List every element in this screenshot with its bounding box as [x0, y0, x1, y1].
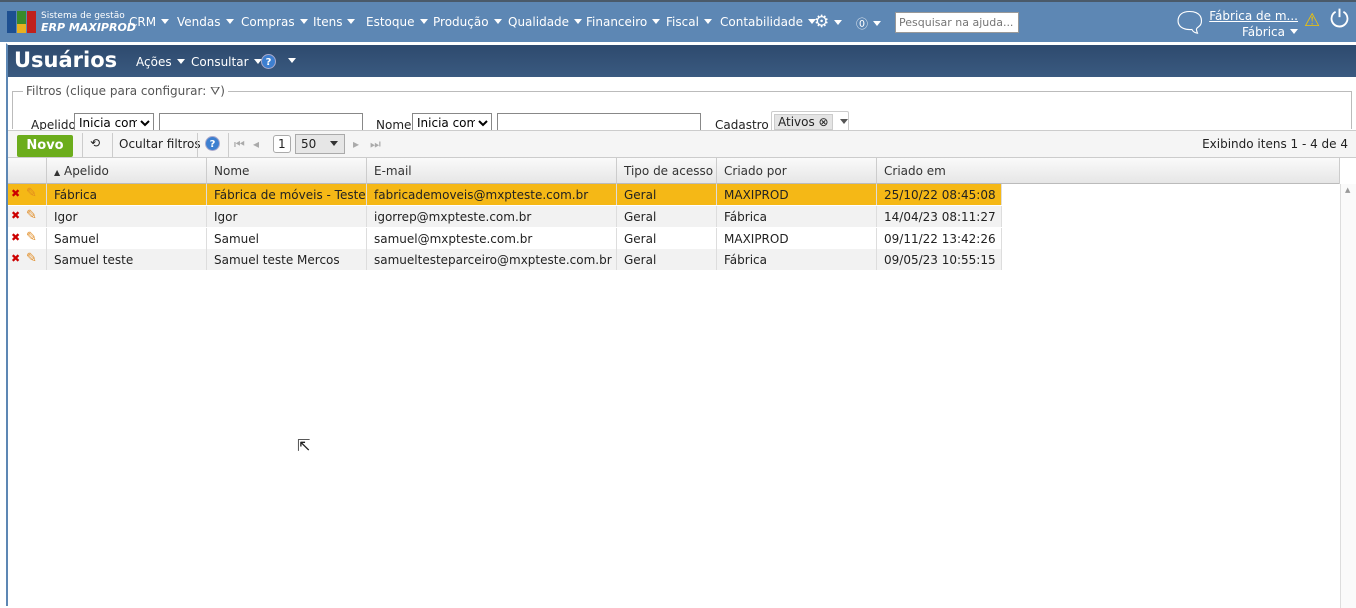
help-icon[interactable]: ?: [205, 136, 220, 151]
company-selector[interactable]: Fábrica de m... Fábrica: [1209, 8, 1298, 40]
mouse-cursor: ⇱: [297, 436, 311, 455]
gear-icon[interactable]: ⚙: [814, 12, 843, 32]
cell: Igor: [207, 206, 367, 227]
vertical-scrollbar[interactable]: ▲: [1340, 184, 1356, 608]
nav-menu-1[interactable]: Vendas: [177, 15, 234, 29]
help-search-input[interactable]: [895, 12, 1019, 33]
help-icon: ?: [261, 54, 276, 69]
logo-icon: [7, 11, 37, 33]
page-size-select[interactable]: 50: [295, 134, 345, 154]
cell: MAXIPROD: [717, 228, 877, 249]
column-header-1[interactable]: Nome: [207, 158, 367, 184]
actions-menu[interactable]: Ações: [136, 55, 185, 69]
filters-legend[interactable]: Filtros (clique para configurar: ⛛): [23, 84, 228, 99]
nav-menu-8[interactable]: Fiscal: [666, 15, 712, 29]
column-header-0[interactable]: ▲ Apelido: [47, 158, 207, 184]
help-menu[interactable]: ?: [261, 54, 296, 69]
first-page-icon[interactable]: ⏮: [234, 137, 245, 152]
chat-icon[interactable]: 🗨: [1172, 6, 1208, 39]
page-number[interactable]: 1: [273, 135, 291, 153]
cell: samuel@mxpteste.com.br: [367, 228, 617, 249]
cell: Samuel teste: [47, 249, 207, 270]
nav-menu-9[interactable]: Contabilidade: [720, 15, 816, 29]
power-icon[interactable]: ⏻: [1330, 5, 1349, 33]
nav-menu-7[interactable]: Financeiro: [586, 15, 661, 29]
cell: Fábrica: [47, 184, 207, 205]
cell: Samuel: [207, 228, 367, 249]
cell: Fábrica de móveis - Teste...: [207, 184, 367, 205]
cell: Geral: [617, 184, 717, 205]
table-row[interactable]: ✖ ✎ Fábrica Fábrica de móveis - Teste... fab…: [8, 184, 1002, 205]
table-row[interactable]: ✖ ✎ Samuel teste Samuel teste Mercos samuelt…: [8, 249, 1002, 270]
table-row[interactable]: ✖ ✎ Igor Igor igorrep@mxpteste.com.br Geral Fá…: [8, 206, 1002, 227]
nav-menu-0[interactable]: CRM: [129, 15, 170, 29]
nav-menu-6[interactable]: Qualidade: [508, 15, 583, 29]
cell: Igor: [47, 206, 207, 227]
hide-filters-button[interactable]: Ocultar filtros: [119, 137, 201, 151]
cell: Samuel teste Mercos: [207, 249, 367, 270]
cell: fabricademoveis@mxpteste.com.br: [367, 184, 617, 205]
cell: Geral: [617, 228, 717, 249]
new-button[interactable]: Novo: [17, 135, 73, 157]
cell: Fábrica: [717, 206, 877, 227]
refresh-icon[interactable]: ⟲: [90, 136, 100, 150]
column-header-2[interactable]: E-mail: [367, 158, 617, 184]
last-page-icon[interactable]: ⏭: [370, 137, 381, 152]
column-header-3[interactable]: Tipo de acesso: [617, 158, 717, 184]
top-navigation: Sistema de gestão ERP MAXIPROD CRM Vendas C…: [0, 0, 1356, 42]
column-header-4[interactable]: Criado por: [717, 158, 877, 184]
items-info: Exibindo itens 1 - 4 de 4: [1202, 137, 1348, 151]
cell: 09/05/23 10:55:15: [877, 249, 1002, 270]
nav-menu-2[interactable]: Compras: [241, 15, 308, 29]
cell: MAXIPROD: [717, 184, 877, 205]
consult-menu[interactable]: Consultar: [191, 55, 262, 69]
table-row[interactable]: ✖ ✎ Samuel Samuel samuel@mxpteste.com.br Gera…: [8, 228, 1002, 249]
help-menu-icon[interactable]: ⓪: [856, 15, 882, 32]
cell: Samuel: [47, 228, 207, 249]
nav-menu-5[interactable]: Produção: [433, 15, 502, 29]
app-name: Sistema de gestão ERP MAXIPROD: [41, 11, 136, 34]
cell: 14/04/23 08:11:27: [877, 206, 1002, 227]
cell: 25/10/22 08:45:08: [877, 184, 1002, 205]
cell: Geral: [617, 206, 717, 227]
grid-header: ▲ Apelido Nome E-mail Tipo de acesso Criado …: [8, 158, 1340, 184]
filters-panel: Filtros (clique para configurar: ⛛) Apel…: [12, 84, 1352, 133]
column-header-5[interactable]: Criado em: [877, 158, 1340, 184]
grid-toolbar: Novo ⟲ Ocultar filtros ? ⏮ ◂ 1 50 ▸ ⏭ Ex…: [8, 130, 1356, 158]
page-header: Usuários Ações Consultar ?: [8, 45, 1356, 77]
nav-menu-3[interactable]: Itens: [313, 15, 356, 29]
warning-icon[interactable]: ⚠: [1304, 10, 1320, 31]
cell: samueltesteparceiro@mxpteste.com.br: [367, 249, 617, 270]
cell: Fábrica: [717, 249, 877, 270]
cell: igorrep@mxpteste.com.br: [367, 206, 617, 227]
cadastro-tag[interactable]: Ativos ⊗: [774, 114, 833, 130]
filter-icon[interactable]: ⛛: [210, 84, 220, 98]
cell: 09/11/22 13:42:26: [877, 228, 1002, 249]
users-grid: ▲ Apelido Nome E-mail Tipo de acesso Criado …: [8, 158, 1356, 608]
next-page-icon[interactable]: ▸: [353, 137, 359, 151]
cell: Geral: [617, 249, 717, 270]
nav-menu-4[interactable]: Estoque: [366, 15, 428, 29]
prev-page-icon[interactable]: ◂: [253, 137, 259, 151]
page-title: Usuários: [14, 48, 118, 72]
